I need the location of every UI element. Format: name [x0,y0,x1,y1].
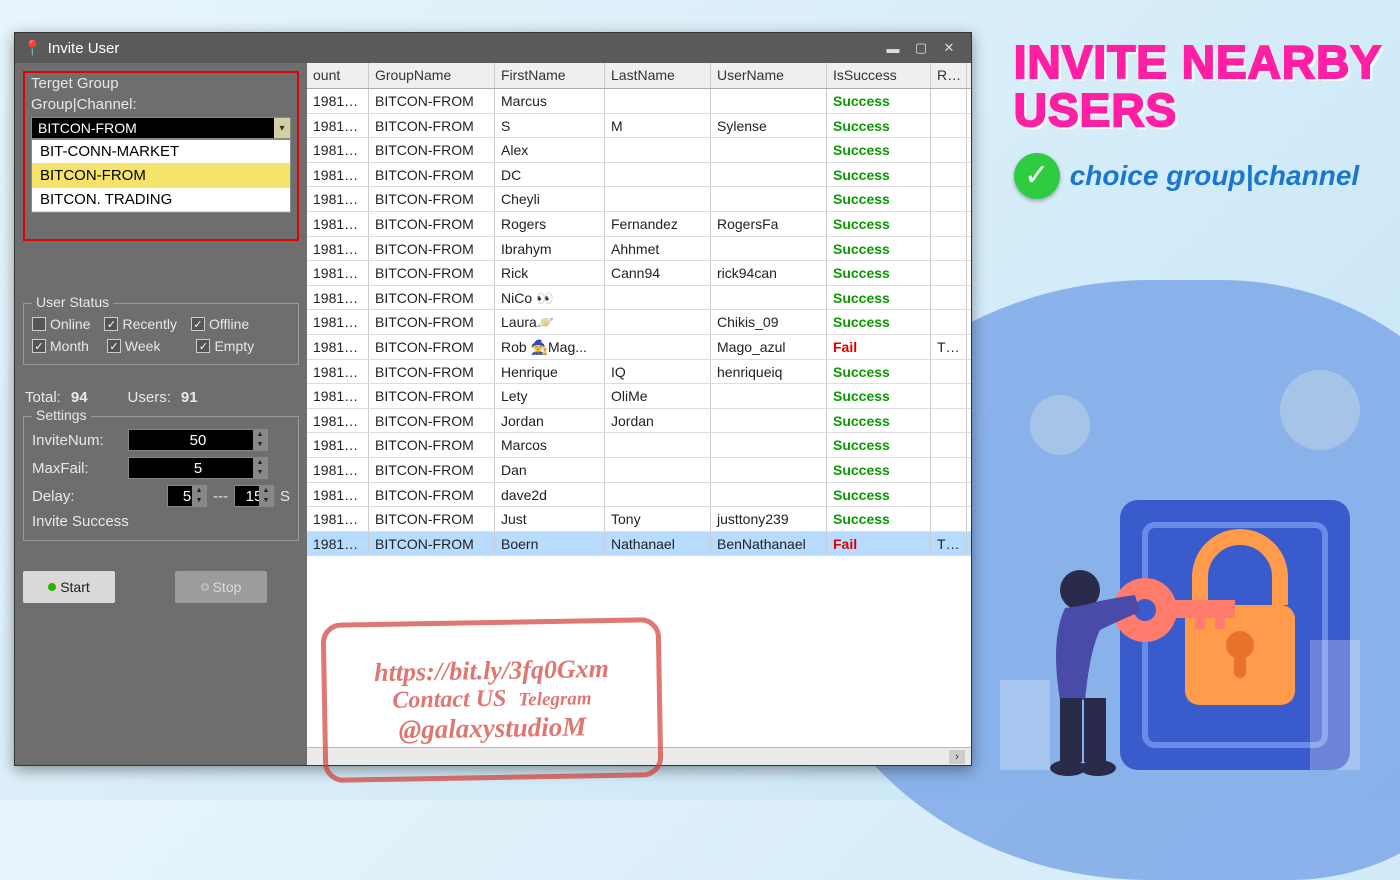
table-row[interactable]: 19819...BITCON-FROMHenriqueIQhenriqueiqS… [307,360,971,385]
option-bitcon-trading[interactable]: BITCON. TRADING [32,188,290,212]
check-icon: ✓ [1014,153,1060,199]
target-group-title: Terget Group [31,75,291,92]
table-row[interactable]: 19819...BITCON-FROMRogersFernandezRogers… [307,212,971,237]
user-status-panel: User Status Online Recently Offline Mont… [23,303,299,365]
chevron-down-icon[interactable]: ▾ [274,118,290,138]
checkbox-month[interactable]: Month [32,338,89,354]
promo-panel: INVITE NEARBY USERS ✓ choice group|chann… [1014,38,1382,199]
checkbox-empty[interactable]: Empty [196,338,254,354]
grid-header: ount GroupName FirstName LastName UserNa… [307,63,971,89]
settings-title: Settings [32,407,91,423]
maximize-button[interactable]: ▢ [907,37,935,59]
stop-button[interactable]: Stop [175,571,267,603]
delay-to-input[interactable]: 15▲▼ [234,485,274,507]
col-issuccess[interactable]: IsSuccess [827,63,931,88]
titlebar[interactable]: 📍 Invite User ▬ ▢ ✕ [15,33,971,63]
target-group-panel: Terget Group Group|Channel: BITCON-FROM … [23,71,299,241]
table-row[interactable]: 19819...BITCON-FROMDanSuccess [307,458,971,483]
total-value: 94 [71,389,88,406]
table-row[interactable]: 19819...BITCON-FROMNiCo 👀Success [307,286,971,311]
table-row[interactable]: 19819...BITCON-FROMdave2dSuccess [307,483,971,508]
table-row[interactable]: 19819...BITCON-FROMJordanJordanSuccess [307,409,971,434]
col-firstname[interactable]: FirstName [495,63,605,88]
table-row[interactable]: 19819...BITCON-FROMRob 🧙Mag...Mago_azulF… [307,335,971,360]
table-row[interactable]: 19819...BITCON-FROMLetyOliMeSuccess [307,384,971,409]
settings-panel: Settings InviteNum: 50▲▼ MaxFail: 5▲▼ De… [23,416,299,541]
start-button[interactable]: Start [23,571,115,603]
table-row[interactable]: 19819...BITCON-FROMJustTonyjusttony239Su… [307,507,971,532]
table-row[interactable]: 19819...BITCON-FROMAlexSuccess [307,138,971,163]
checkbox-recently[interactable]: Recently [104,316,176,332]
checkbox-week[interactable]: Week [107,338,161,354]
table-row[interactable]: 19819...BITCON-FROMBoernNathanaelBenNath… [307,532,971,557]
col-groupname[interactable]: GroupName [369,63,495,88]
invite-status-label: Invite Success [32,513,129,530]
option-bit-conn-market[interactable]: BIT-CONN-MARKET [32,140,290,164]
delay-from-input[interactable]: 5▲▼ [167,485,207,507]
table-row[interactable]: 19819...BITCON-FROMIbrahymAhhmetSuccess [307,237,971,262]
stats-row: Total:94 Users:91 [25,389,297,406]
group-channel-select[interactable]: BITCON-FROM ▾ [31,117,291,139]
table-row[interactable]: 19819...BITCON-FROMDCSuccess [307,163,971,188]
promo-title-1: INVITE NEARBY [1014,38,1382,86]
col-lastname[interactable]: LastName [605,63,711,88]
checkbox-offline[interactable]: Offline [191,316,249,332]
user-status-title: User Status [32,294,113,310]
option-bitcon-from[interactable]: BITCON-FROM [32,164,290,188]
table-row[interactable]: 19819...BITCON-FROMSMSylenseSuccess [307,114,971,139]
pin-icon: 📍 [23,39,42,57]
invite-num-input[interactable]: 50▲▼ [128,429,268,451]
security-illustration [990,440,1370,780]
table-row[interactable]: 19819...BITCON-FROMLaura🪐Chikis_09Succes… [307,310,971,335]
max-fail-input[interactable]: 5▲▼ [128,457,268,479]
checkbox-online[interactable]: Online [32,316,90,332]
users-value: 91 [181,389,198,406]
table-row[interactable]: 19819...BITCON-FROMRickCann94rick94canSu… [307,261,971,286]
contact-stamp: https://bit.ly/3fq0Gxm Contact US Telegr… [321,617,664,783]
group-channel-label: Group|Channel: [31,96,291,113]
group-channel-dropdown: BIT-CONN-MARKET BITCON-FROM BITCON. TRAD… [31,139,291,213]
promo-subtitle: choice group|channel [1070,160,1359,192]
table-row[interactable]: 19819...BITCON-FROMCheyliSuccess [307,187,971,212]
close-button[interactable]: ✕ [935,37,963,59]
promo-title-2: USERS [1014,86,1382,134]
col-username[interactable]: UserName [711,63,827,88]
table-row[interactable]: 19819...BITCON-FROMMarcusSuccess [307,89,971,114]
sidebar: Terget Group Group|Channel: BITCON-FROM … [15,63,307,765]
table-row[interactable]: 19819...BITCON-FROMMarcosSuccess [307,433,971,458]
col-reason[interactable]: Rea [931,63,967,88]
col-count[interactable]: ount [307,63,369,88]
minimize-button[interactable]: ▬ [879,37,907,59]
window-title: Invite User [48,40,120,57]
